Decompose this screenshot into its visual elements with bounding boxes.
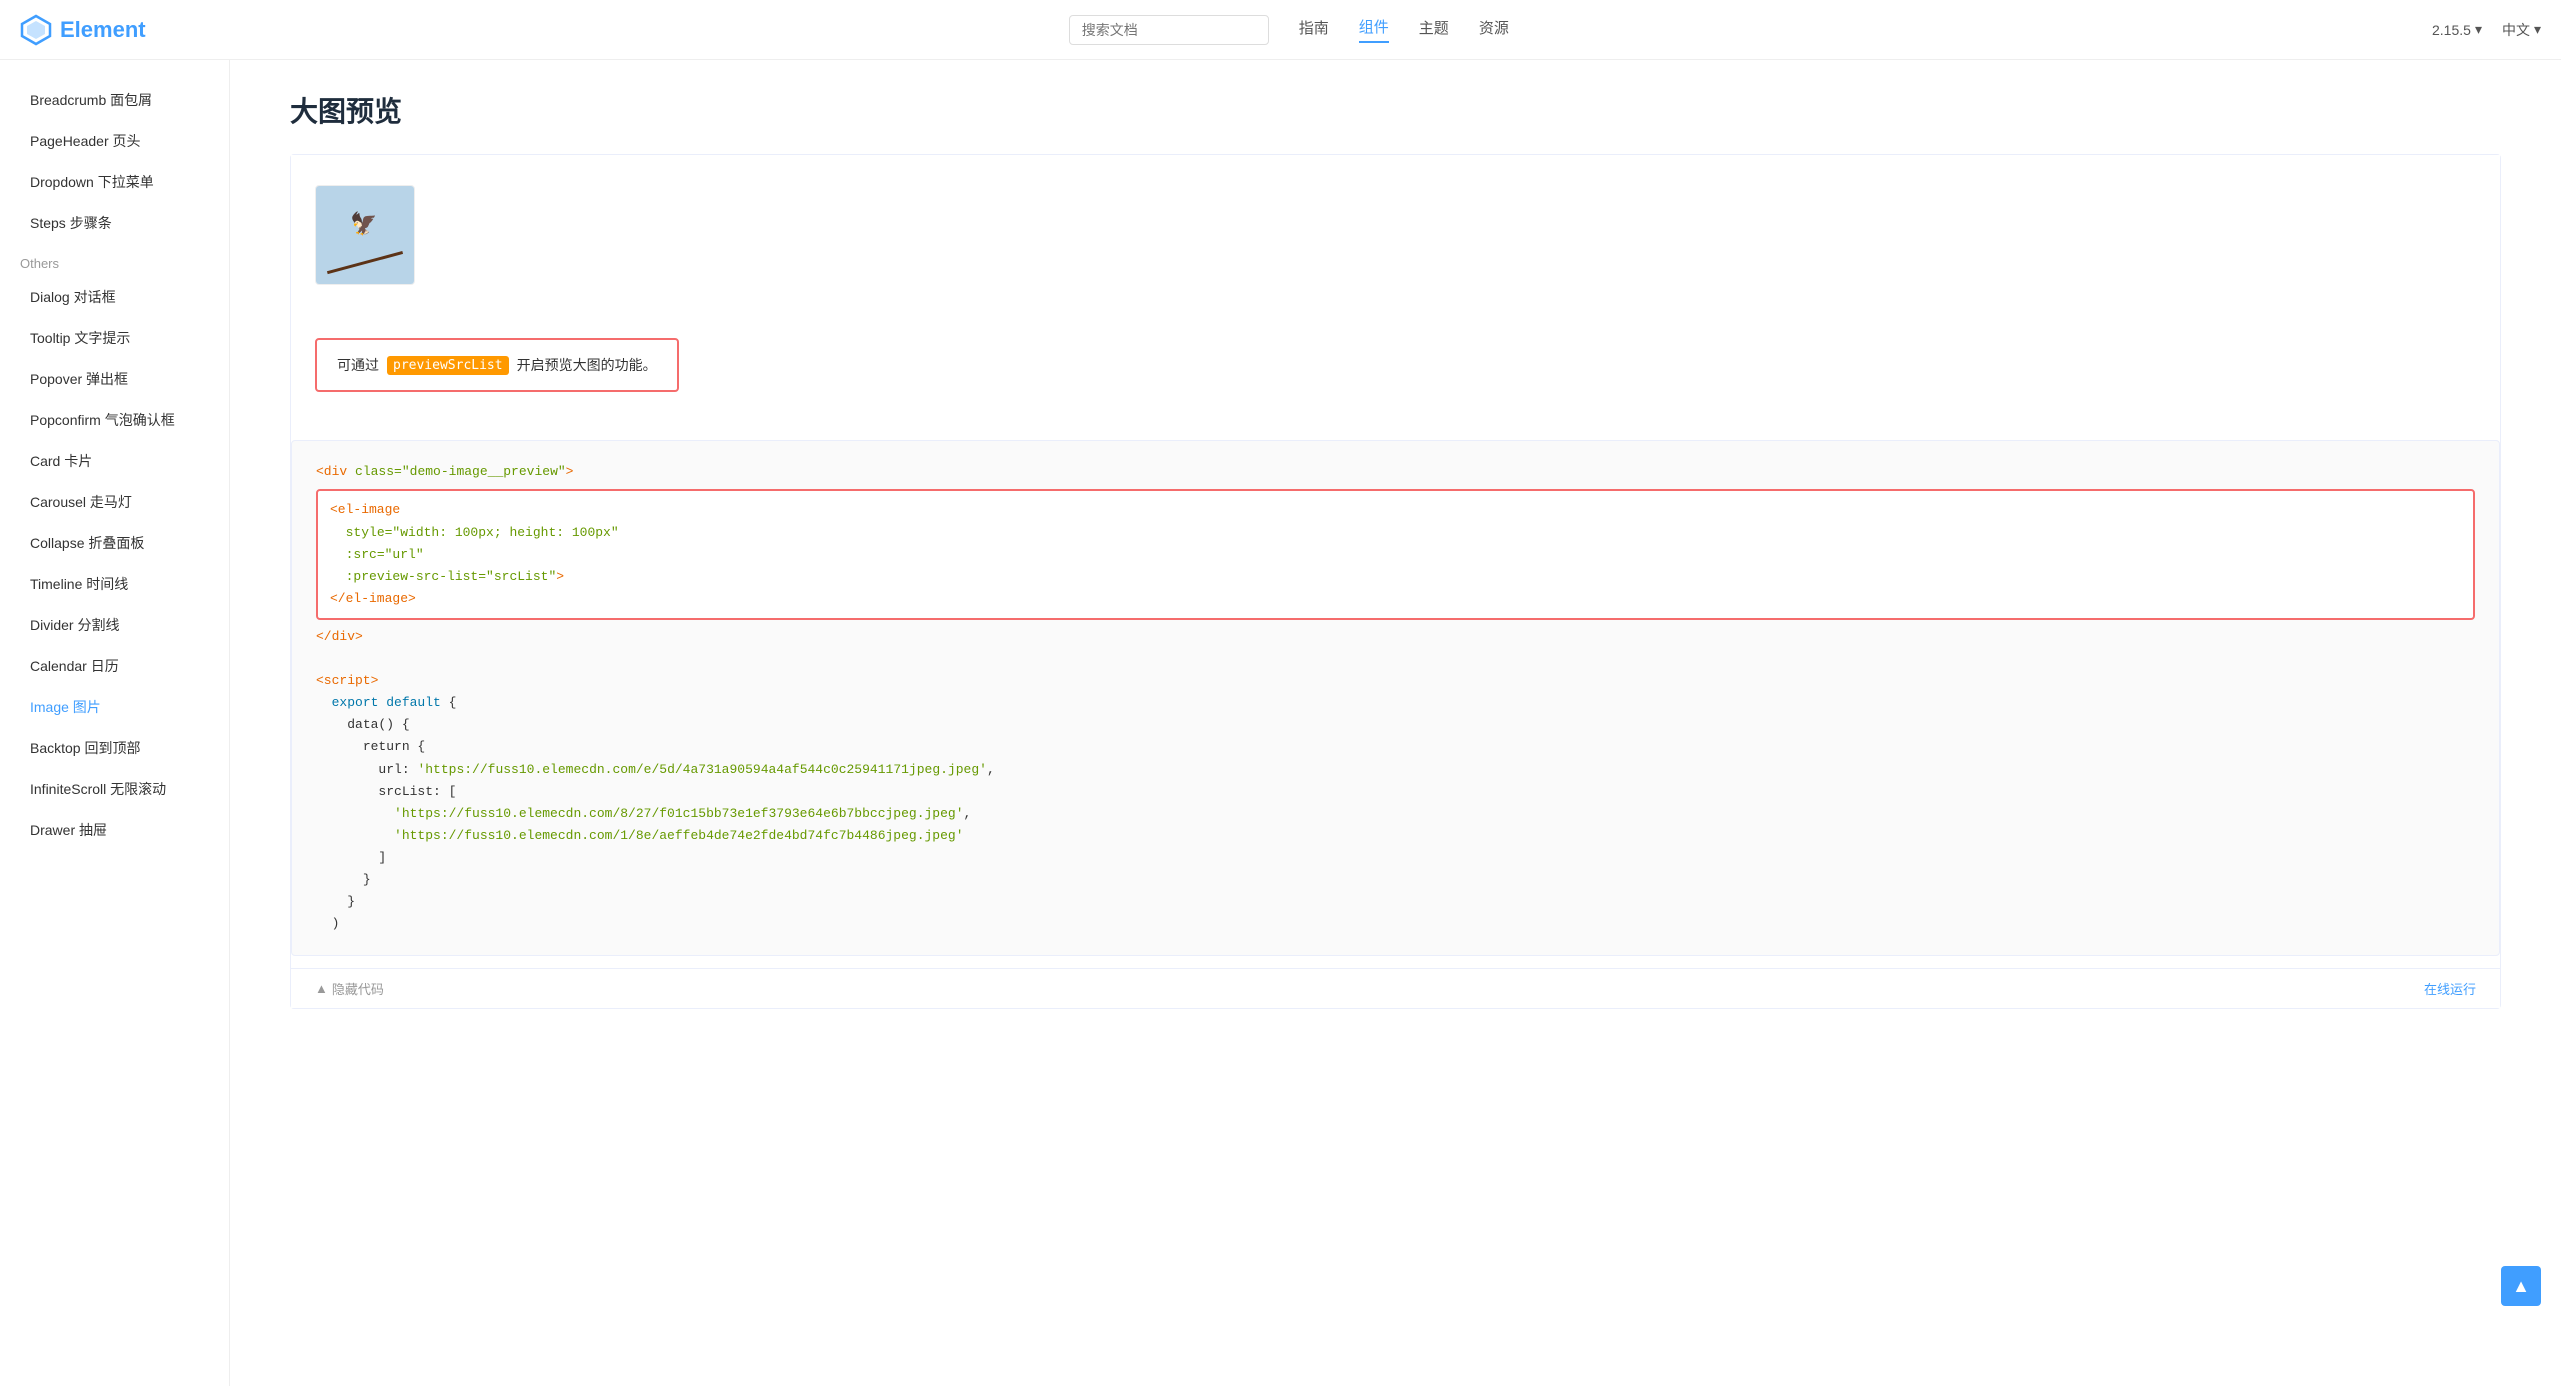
code-preview-src-attr: :preview-src-list="srcList"> bbox=[330, 566, 2461, 588]
lang-selector[interactable]: 中文 ▾ bbox=[2502, 20, 2541, 40]
sidebar-item-collapse[interactable]: Collapse 折叠面板 bbox=[0, 523, 229, 564]
sidebar-item-backtop[interactable]: Backtop 回到顶部 bbox=[0, 728, 229, 769]
nav-item-guide[interactable]: 指南 bbox=[1299, 17, 1329, 42]
logo[interactable]: Element bbox=[20, 14, 146, 46]
sidebar-item-dialog[interactable]: Dialog 对话框 bbox=[0, 277, 229, 318]
sidebar-section-others: Others bbox=[0, 244, 229, 277]
sidebar-item-pageheader[interactable]: PageHeader 页头 bbox=[0, 121, 229, 162]
chevron-down-icon-lang: ▾ bbox=[2534, 21, 2541, 38]
code-style-attr: style="width: 100px; height: 100px" bbox=[330, 522, 2461, 544]
code-div-close: </div> bbox=[316, 626, 2475, 648]
logo-text: Element bbox=[60, 17, 146, 43]
code-data-fn: data() { bbox=[316, 714, 2475, 736]
code-srclist-close: ] bbox=[316, 847, 2475, 869]
nav-item-theme[interactable]: 主题 bbox=[1419, 17, 1449, 42]
collapse-icon: ▲ bbox=[315, 981, 328, 996]
sidebar-item-popconfirm[interactable]: Popconfirm 气泡确认框 bbox=[0, 400, 229, 441]
collapse-code-button[interactable]: ▲ 隐藏代码 bbox=[315, 979, 384, 998]
sidebar-item-steps[interactable]: Steps 步骤条 bbox=[0, 203, 229, 244]
code-url: url: 'https://fuss10.elemecdn.com/e/5d/4… bbox=[316, 759, 2475, 781]
nav-item-components[interactable]: 组件 bbox=[1359, 16, 1389, 43]
highlighted-code-section: <el-image style="width: 100px; height: 1… bbox=[316, 489, 2475, 619]
info-box: 可通过 previewSrcList 开启预览大图的功能。 bbox=[315, 338, 679, 392]
logo-icon bbox=[20, 14, 52, 46]
sidebar-item-breadcrumb[interactable]: Breadcrumb 面包屑 bbox=[0, 80, 229, 121]
code-export-default: export default { bbox=[316, 692, 2475, 714]
code-block: <div class="demo-image__preview"> <el-im… bbox=[291, 440, 2500, 956]
code-last-paren: ) bbox=[316, 913, 2475, 935]
main-content: 大图预览 可通过 previewSrcList 开启预览大图的功能。 <div bbox=[230, 60, 2561, 1059]
sidebar-item-timeline[interactable]: Timeline 时间线 bbox=[0, 564, 229, 605]
header-right: 2.15.5 ▾ 中文 ▾ bbox=[2432, 20, 2541, 40]
demo-image-thumbnail[interactable] bbox=[315, 185, 415, 285]
info-text-before: 可通过 bbox=[337, 354, 379, 376]
code-src-attr: :src="url" bbox=[330, 544, 2461, 566]
demo-preview bbox=[291, 155, 2500, 318]
nav-item-resources[interactable]: 资源 bbox=[1479, 17, 1509, 42]
sidebar-item-infinitescroll[interactable]: InfiniteScroll 无限滚动 bbox=[0, 769, 229, 810]
online-run-button[interactable]: 在线运行 bbox=[2424, 979, 2476, 998]
sidebar-item-image[interactable]: Image 图片 bbox=[0, 687, 229, 728]
sidebar-item-card[interactable]: Card 卡片 bbox=[0, 441, 229, 482]
code-data-close: } bbox=[316, 891, 2475, 913]
code-srclist-item1: 'https://fuss10.elemecdn.com/8/27/f01c15… bbox=[316, 803, 2475, 825]
code-srclist-item2: 'https://fuss10.elemecdn.com/1/8e/aeffeb… bbox=[316, 825, 2475, 847]
code-return: return { bbox=[316, 736, 2475, 758]
sidebar-item-dropdown[interactable]: Dropdown 下拉菜单 bbox=[0, 162, 229, 203]
info-text-after: 开启预览大图的功能。 bbox=[517, 354, 657, 376]
chevron-down-icon: ▾ bbox=[2475, 21, 2482, 38]
arrow-up-icon: ▲ bbox=[2512, 1276, 2530, 1297]
code-return-close: } bbox=[316, 869, 2475, 891]
code-el-image-open: <el-image bbox=[330, 499, 2461, 521]
demo-footer: ▲ 隐藏代码 在线运行 bbox=[291, 968, 2500, 1008]
bird-scene bbox=[316, 186, 414, 284]
header: Element 指南 组件 主题 资源 2.15.5 ▾ 中文 ▾ bbox=[0, 0, 2561, 60]
code-srclist-open: srcList: [ bbox=[316, 781, 2475, 803]
demo-box: 可通过 previewSrcList 开启预览大图的功能。 <div class… bbox=[290, 154, 2501, 1009]
search-input[interactable] bbox=[1069, 15, 1269, 45]
sidebar-item-carousel[interactable]: Carousel 走马灯 bbox=[0, 482, 229, 523]
code-el-image-close: </el-image> bbox=[330, 588, 2461, 610]
info-code: previewSrcList bbox=[387, 356, 509, 375]
sidebar-item-divider[interactable]: Divider 分割线 bbox=[0, 605, 229, 646]
page-title: 大图预览 bbox=[290, 90, 2501, 130]
header-nav: 指南 组件 主题 资源 bbox=[1069, 15, 1509, 45]
sidebar-item-tooltip[interactable]: Tooltip 文字提示 bbox=[0, 318, 229, 359]
sidebar-item-drawer[interactable]: Drawer 抽屉 bbox=[0, 810, 229, 851]
sidebar: Breadcrumb 面包屑 PageHeader 页头 Dropdown 下拉… bbox=[0, 60, 230, 1386]
version-selector[interactable]: 2.15.5 ▾ bbox=[2432, 21, 2482, 38]
sidebar-item-popover[interactable]: Popover 弹出框 bbox=[0, 359, 229, 400]
code-script-open: <script> bbox=[316, 670, 2475, 692]
scroll-to-top-button[interactable]: ▲ bbox=[2501, 1266, 2541, 1306]
sidebar-item-calendar[interactable]: Calendar 日历 bbox=[0, 646, 229, 687]
layout: Breadcrumb 面包屑 PageHeader 页头 Dropdown 下拉… bbox=[0, 60, 2561, 1059]
code-line-div-open: <div class="demo-image__preview"> bbox=[316, 461, 2475, 483]
